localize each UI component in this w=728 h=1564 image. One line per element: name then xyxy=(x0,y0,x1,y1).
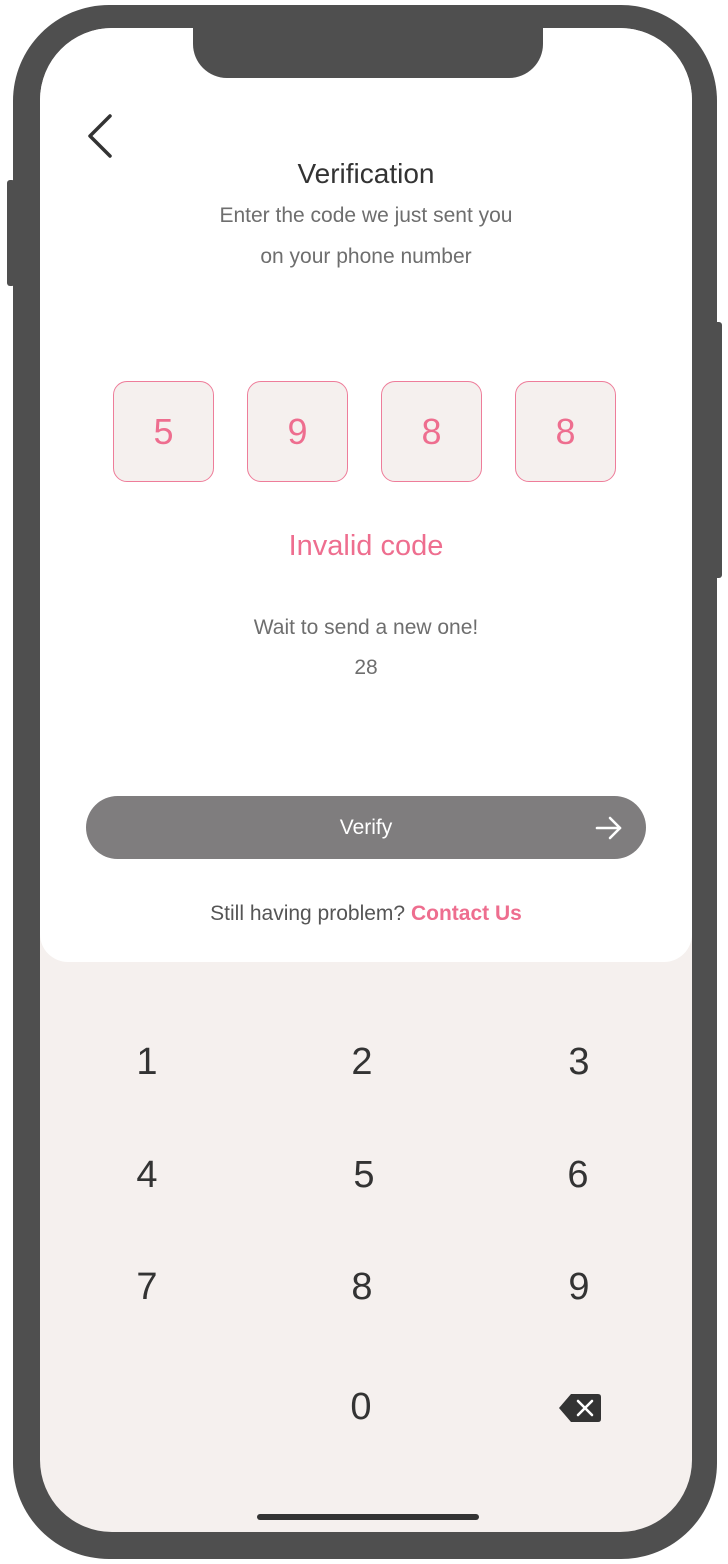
keypad-delete-button[interactable] xyxy=(558,1386,618,1430)
page-title: Verification xyxy=(297,158,435,189)
verify-button-label: Verify xyxy=(339,815,393,839)
keypad-key-7[interactable]: 7 xyxy=(87,1252,207,1322)
keypad-key-2[interactable]: 2 xyxy=(302,1027,422,1097)
subtitle-line-2: on your phone number xyxy=(260,245,472,268)
keypad-key-8[interactable]: 8 xyxy=(302,1252,422,1322)
notch xyxy=(193,28,543,78)
help-prompt: Still having problem? xyxy=(210,902,406,925)
keypad-key-6[interactable]: 6 xyxy=(518,1140,638,1210)
back-button[interactable] xyxy=(82,110,122,160)
contact-us-link[interactable]: Contact Us xyxy=(411,902,522,925)
verify-button[interactable]: Verify xyxy=(86,796,646,859)
resend-message: Wait to send a new one! xyxy=(253,616,479,639)
subtitle-line-1: Enter the code we just sent you xyxy=(219,204,513,227)
keypad-key-9[interactable]: 9 xyxy=(519,1252,639,1322)
code-digit-4[interactable]: 8 xyxy=(515,381,616,482)
code-input-row: 5 9 8 8 xyxy=(113,381,619,483)
error-message: Invalid code xyxy=(288,530,444,562)
backspace-icon xyxy=(559,1394,601,1422)
code-digit-1[interactable]: 5 xyxy=(113,381,214,482)
keypad-key-0[interactable]: 0 xyxy=(301,1372,421,1442)
keypad-key-3[interactable]: 3 xyxy=(519,1027,639,1097)
home-indicator xyxy=(257,1514,479,1520)
code-digit-3[interactable]: 8 xyxy=(381,381,482,482)
code-digit-2[interactable]: 9 xyxy=(247,381,348,482)
help-text: Still having problem? Contact Us xyxy=(40,902,692,926)
arrow-right-icon xyxy=(595,816,622,840)
keypad-key-1[interactable]: 1 xyxy=(87,1027,207,1097)
verification-panel: Verification Enter the code we just sent… xyxy=(40,28,692,962)
resend-countdown: 28 xyxy=(354,656,378,679)
phone-screen: Verification Enter the code we just sent… xyxy=(40,28,692,1532)
keypad-key-4[interactable]: 4 xyxy=(87,1140,207,1210)
keypad-key-5[interactable]: 5 xyxy=(304,1140,424,1210)
chevron-left-icon xyxy=(88,114,112,158)
